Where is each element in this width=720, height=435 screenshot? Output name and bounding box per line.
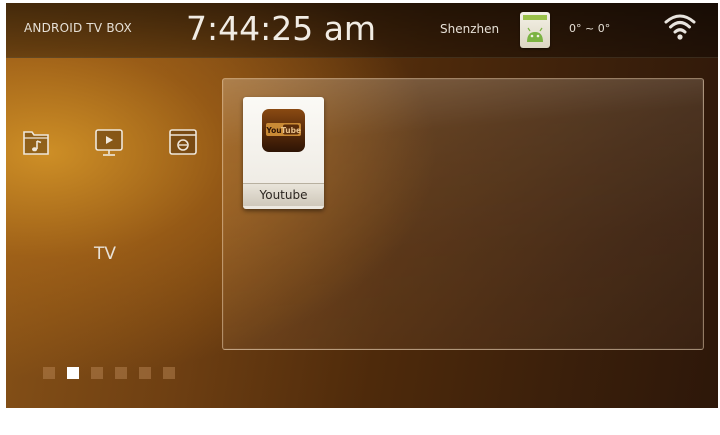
music-folder-icon[interactable] [22,127,50,157]
page-dot[interactable] [139,367,151,379]
android-weather-icon [520,12,550,48]
video-player-icon[interactable] [94,127,123,157]
wifi-icon[interactable] [664,12,696,42]
temperature: 0° ~ 0° [569,22,611,35]
svg-text:You: You [265,126,281,135]
page-dot[interactable] [115,367,127,379]
category-label: TV [94,244,117,264]
app-tile-youtube[interactable]: You Tube Youtube [243,97,324,209]
web-browser-icon[interactable] [168,127,197,157]
svg-text:Tube: Tube [281,126,301,135]
app-label: Youtube [243,183,324,206]
apps-panel: You Tube Youtube [222,78,704,350]
weather-city: Shenzhen [440,22,500,36]
page-dot[interactable] [163,367,175,379]
status-bar: ANDROID TV BOX 7:44:25 am Shenzhen 0° ~ … [6,3,718,58]
brand-label: ANDROID TV BOX [24,21,132,35]
page-dot[interactable] [91,367,103,379]
page-dot[interactable] [43,367,55,379]
tv-home-screen: ANDROID TV BOX 7:44:25 am Shenzhen 0° ~ … [6,3,718,408]
clock: 7:44:25 am [186,9,377,48]
page-dot-active[interactable] [67,367,79,379]
youtube-icon: You Tube [262,109,305,152]
